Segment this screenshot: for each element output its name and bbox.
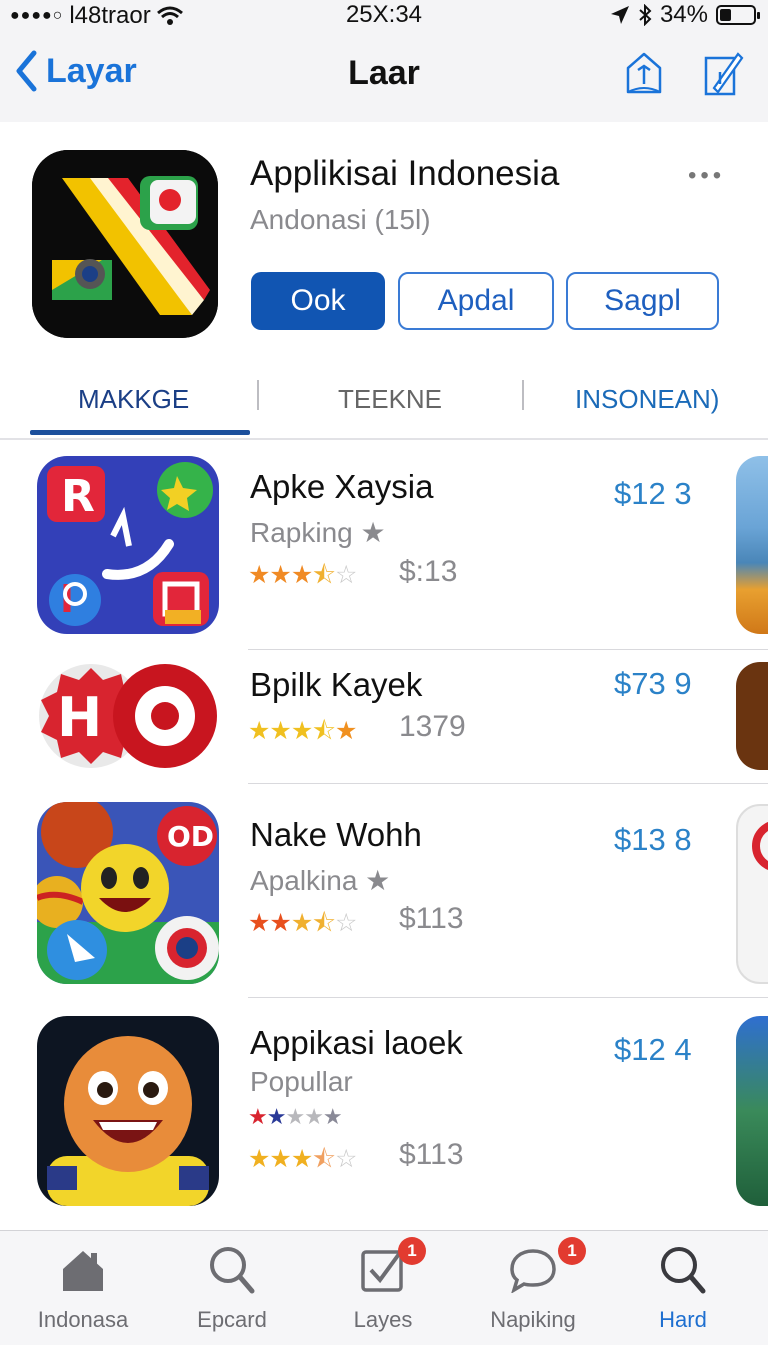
star-rating: ★★★⯪☆ (248, 556, 357, 599)
home-icon (63, 1251, 103, 1291)
next-item-thumbnail (736, 456, 768, 634)
app-subtitle: Apalkina ★ (250, 865, 391, 896)
svg-text:R: R (61, 471, 95, 522)
app-title: Appikasi laoek (250, 1024, 463, 1061)
star-icon: ★ (322, 1104, 343, 1129)
tab-insonean[interactable]: INSONEAN) (575, 384, 719, 415)
price-button[interactable]: $73 9 (614, 666, 692, 702)
star-icon: ★★★ (248, 1145, 313, 1173)
battery-level (720, 9, 731, 21)
star-rating: ★★★⯪☆ (248, 1140, 357, 1183)
navigation-bar: Layar Laar (0, 30, 768, 123)
emoji-game-app-icon: OD (37, 802, 219, 984)
star-icon: ★ (334, 717, 357, 745)
star-icon: ★★★ (248, 717, 313, 745)
tab-bar-item-indonasa[interactable]: Indonasa (8, 1243, 158, 1333)
price-button[interactable]: $12 4 (614, 1032, 692, 1068)
featured-app-title: Applikisai Indonesia (250, 154, 560, 193)
battery-icon (716, 5, 760, 25)
rating-count: $:13 (399, 555, 458, 588)
star-icon: ★★ (285, 1104, 323, 1129)
next-item-thumbnail (736, 662, 768, 770)
tab-bar-item-hard[interactable]: Hard (608, 1243, 758, 1333)
ook-button[interactable]: Ook (251, 272, 385, 330)
tab-divider (522, 380, 524, 410)
location-arrow-icon (610, 6, 629, 24)
app-subtitle: Rapking ★ (250, 517, 386, 548)
star-icon: ★ (248, 1104, 268, 1129)
tab-teekne[interactable]: TEEKNE (338, 384, 442, 415)
tab-bar-label: Napiking (490, 1307, 576, 1332)
share-button[interactable] (622, 48, 666, 101)
compose-icon (704, 52, 744, 96)
half-star-icon: ⯪ (312, 1145, 336, 1173)
apdal-button[interactable]: Apdal (398, 272, 554, 330)
half-star-icon: ⯪ (312, 909, 336, 937)
next-item-thumbnail (736, 1016, 768, 1206)
bottom-tab-bar: Indonasa Epcard 1 Layes 1 Napiking Hard (0, 1230, 768, 1345)
rating-count: $113 (399, 902, 464, 935)
notification-badge: 1 (398, 1237, 426, 1265)
app-subtitle: Popullar (250, 1066, 353, 1097)
tab-bar-label: Epcard (197, 1307, 267, 1332)
price-button[interactable]: $13 8 (614, 822, 692, 858)
tab-divider (257, 380, 259, 410)
rating-count: 1379 (399, 710, 466, 743)
tab-bar-item-napiking[interactable]: 1 Napiking (458, 1237, 608, 1333)
sagpl-button[interactable]: Sagpl (566, 272, 719, 330)
featured-app-icon[interactable] (32, 150, 218, 338)
status-bar: ●●●●○ l48traor 25X:34 34% (0, 0, 768, 30)
empty-star-icon: ☆ (334, 909, 357, 937)
app-title: Bpilk Kayek (250, 666, 423, 703)
ho-app-icon: H (37, 660, 219, 772)
app-title: Nake Wohh (250, 816, 422, 853)
star-icon: ★ (290, 909, 313, 937)
star-icon: ★ (266, 1104, 287, 1129)
star-icon: ★★★ (248, 561, 313, 589)
chat-bubble-icon (510, 1249, 556, 1293)
rating-count: $113 (399, 1138, 464, 1171)
tab-bar-label: Indonasa (37, 1307, 129, 1332)
compose-button[interactable] (700, 48, 744, 103)
battery-percent: 34% (659, 1, 708, 28)
list-item[interactable]: Appikasi laoek Popullar ★★★★★ ★★★⯪☆ $113… (0, 998, 768, 1226)
status-right: 34% (610, 1, 760, 29)
svg-text:H: H (57, 686, 102, 749)
half-star-icon: ⯪ (312, 561, 336, 589)
featured-app-subtitle: Andonasi (15l) (250, 204, 431, 235)
x-logo-icon (32, 150, 218, 338)
next-item-thumbnail (736, 804, 768, 984)
list-item[interactable]: R Apke Xaysia Rapking ★ ★★★⯪☆ $:13 $12 3 (0, 440, 768, 650)
tab-bar-item-epcard[interactable]: Epcard (157, 1243, 307, 1333)
svg-text:OD: OD (167, 820, 214, 853)
character-game-app-icon (37, 1016, 219, 1206)
more-options-icon[interactable]: ••• (688, 162, 725, 190)
search-icon (210, 1247, 255, 1294)
list-item[interactable]: H Bpilk Kayek ★★★⯪★ 1379 $73 9 (0, 650, 768, 784)
map-pin-icon (752, 822, 768, 870)
star-rating: ★★★⯪☆ (248, 904, 357, 947)
list-item[interactable]: OD Nake Wohh Apalkina ★ ★★★⯪☆ $113 $13 8 (0, 784, 768, 998)
notification-badge: 1 (558, 1237, 586, 1265)
app-title: Apke Xaysia (250, 468, 434, 505)
star-rating-secondary: ★★★★★ (248, 1104, 343, 1130)
active-tab-indicator (30, 430, 250, 435)
empty-star-icon: ☆ (334, 1145, 357, 1173)
tab-makkge[interactable]: MAKKGE (78, 384, 189, 415)
half-star-icon: ⯪ (312, 717, 336, 745)
search-icon (661, 1247, 706, 1294)
share-icon (626, 52, 662, 94)
segmented-tabs: MAKKGE TEEKNE INSONEAN) (0, 358, 768, 440)
tab-bar-item-layes[interactable]: 1 Layes (308, 1237, 458, 1333)
star-rating: ★★★⯪★ (248, 712, 357, 755)
featured-app-header: Applikisai Indonesia Andonasi (15l) ••• … (0, 122, 768, 358)
tab-bar-label: Layes (353, 1307, 413, 1332)
tab-bar-label: Hard (659, 1307, 707, 1332)
music-social-app-icon: R (37, 456, 219, 634)
empty-star-icon: ☆ (334, 561, 357, 589)
star-icon: ★★ (248, 909, 292, 937)
bluetooth-icon (639, 4, 652, 26)
price-button[interactable]: $12 3 (614, 476, 692, 512)
